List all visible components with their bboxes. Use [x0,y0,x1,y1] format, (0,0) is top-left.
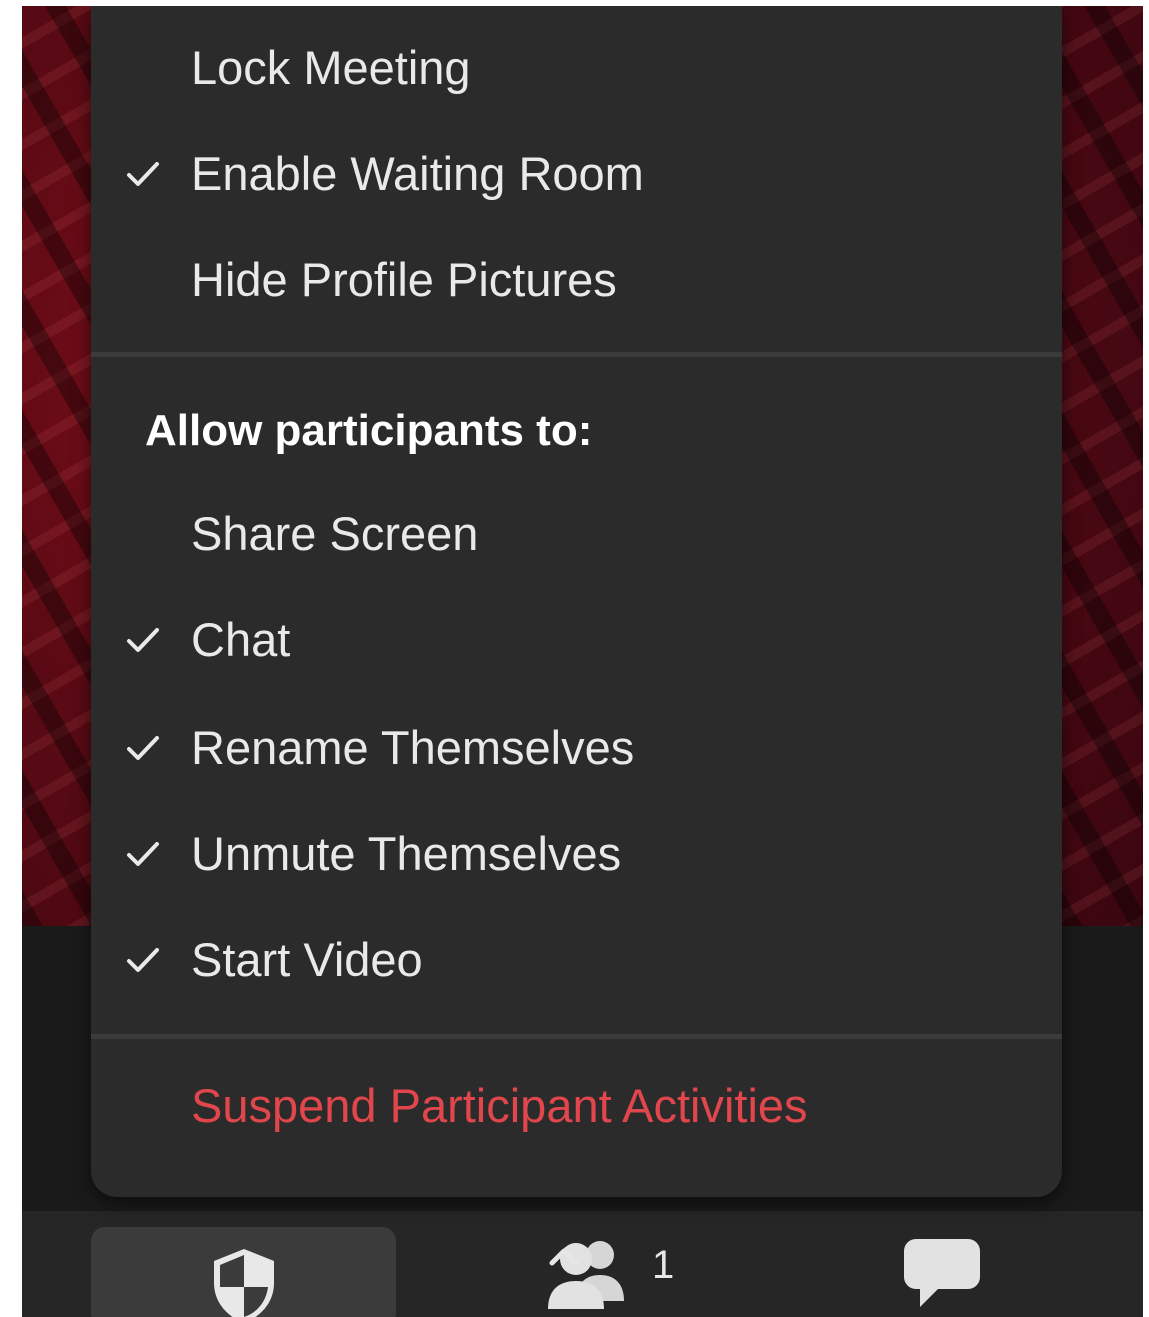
menu-item-label: Unmute Themselves [191,827,622,880]
meeting-toolbar: 1 [22,1211,1143,1317]
menu-item-enable-waiting-room[interactable]: Enable Waiting Room [91,124,1062,228]
menu-item-chat[interactable]: Chat [91,590,1062,694]
menu-item-hide-profile-pictures[interactable]: Hide Profile Pictures [91,230,1062,334]
security-button[interactable] [91,1227,396,1317]
chevron-up-icon[interactable] [542,1235,586,1279]
menu-separator [91,1034,1062,1039]
allow-participants-header: Allow participants to: [145,406,593,455]
menu-item-rename-themselves[interactable]: Rename Themselves [91,698,1062,802]
menu-item-suspend-participant-activities[interactable]: Suspend Participant Activities [91,1056,1062,1160]
chat-bubble-icon[interactable] [902,1237,982,1309]
security-menu: Lock Meeting Enable Waiting Room Hide Pr… [91,6,1062,1197]
menu-item-label: Enable Waiting Room [191,147,644,200]
menu-item-label: Start Video [191,933,423,986]
menu-item-share-screen[interactable]: Share Screen [91,484,1062,588]
menu-item-label: Share Screen [191,507,479,560]
menu-item-label: Lock Meeting [191,41,471,94]
menu-item-label: Chat [191,613,291,666]
meeting-window: 1 Lock Meeting Enable Waiting Room Hide … [22,6,1143,1317]
checkmark-icon [127,842,159,866]
menu-item-label: Rename Themselves [191,721,635,774]
menu-item-unmute-themselves[interactable]: Unmute Themselves [91,804,1062,908]
menu-item-lock-meeting[interactable]: Lock Meeting [91,18,1062,122]
checkmark-icon [127,948,159,972]
checkmark-icon [127,736,159,760]
menu-item-label: Suspend Participant Activities [191,1079,808,1132]
participants-button[interactable]: 1 [542,1235,762,1315]
checkmark-icon [127,628,159,652]
menu-item-label: Hide Profile Pictures [191,253,617,306]
shield-icon [214,1249,274,1317]
participants-count: 1 [652,1243,675,1287]
checkmark-icon [127,162,159,186]
menu-item-start-video[interactable]: Start Video [91,910,1062,1014]
menu-separator [91,352,1062,357]
